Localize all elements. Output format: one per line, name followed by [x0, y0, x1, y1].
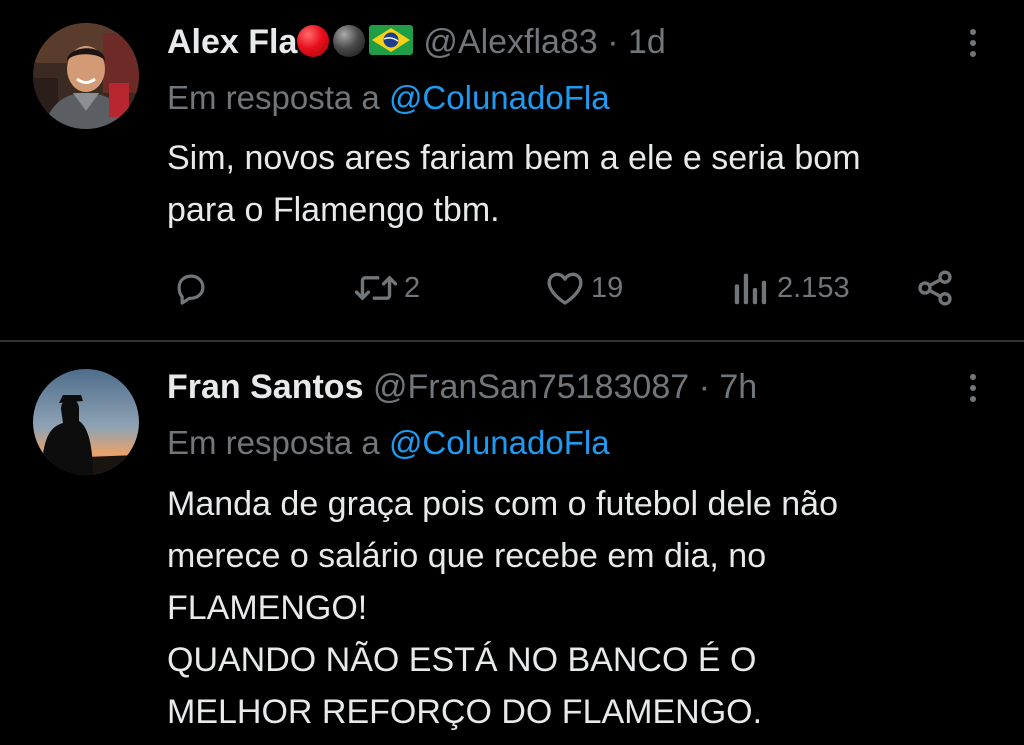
timestamp[interactable]: 7h: [719, 368, 757, 406]
views-button[interactable]: 2.153: [731, 263, 850, 313]
separator-dot: ·: [698, 368, 710, 406]
tweet-text: Sim, novos ares fariam bem a ele e seria…: [167, 132, 997, 236]
heart-icon: [545, 269, 585, 307]
handle[interactable]: @Alexfla83: [423, 23, 597, 61]
share-button[interactable]: [915, 263, 955, 313]
reply-prefix: Em resposta a: [167, 424, 380, 461]
tweet-text-line: para o Flamengo tbm.: [167, 191, 500, 229]
retweet-icon: [354, 269, 398, 307]
tweet-text-line: merece o salário que recebe em dia, no: [167, 537, 767, 575]
retweet-count: 2: [404, 271, 421, 304]
like-count: 19: [591, 271, 624, 304]
reply-tweet[interactable]: Fran Santos @FranSan75183087 · 7h Em res…: [0, 342, 1024, 745]
handle[interactable]: @FranSan75183087: [373, 368, 689, 406]
more-options-icon[interactable]: [960, 368, 986, 408]
retweet-button[interactable]: 2: [354, 263, 420, 313]
red-ball-emoji: [297, 25, 330, 57]
reply-button[interactable]: [172, 263, 210, 313]
tweet-header: Fran Santos @FranSan75183087 · 7h: [167, 367, 757, 407]
avatar[interactable]: [33, 369, 139, 475]
avatar[interactable]: [33, 23, 139, 129]
tweet-text-line: Manda de graça pois com o futebol dele n…: [167, 485, 839, 523]
reply-context: Em resposta a @ColunadoFla: [167, 423, 610, 463]
tweet-text: Manda de graça pois com o futebol dele n…: [167, 478, 997, 738]
reply-tweet[interactable]: Alex Fla @Alexfla83 · 1d Em resposta a @C…: [0, 0, 1024, 341]
tweet-text-line: Sim, novos ares fariam bem a ele e seria…: [167, 139, 861, 177]
display-name[interactable]: Alex Fla: [167, 23, 297, 61]
timestamp[interactable]: 1d: [628, 23, 666, 61]
tweet-text-line: FLAMENGO!: [167, 589, 368, 627]
more-options-icon[interactable]: [960, 23, 986, 63]
like-button[interactable]: 19: [545, 263, 623, 313]
action-bar: 2 19 2.153: [0, 263, 1024, 313]
display-name[interactable]: Fran Santos: [167, 368, 363, 406]
tweet-header: Alex Fla @Alexfla83 · 1d: [167, 22, 666, 64]
tweet-text-line: QUANDO NÃO ESTÁ NO BANCO É O: [167, 641, 757, 679]
views-icon: [731, 270, 771, 306]
share-icon: [915, 268, 955, 308]
reply-prefix: Em resposta a: [167, 79, 380, 116]
reply-mention-link[interactable]: @ColunadoFla: [389, 424, 610, 461]
reply-mention-link[interactable]: @ColunadoFla: [389, 79, 610, 116]
reply-icon: [172, 269, 210, 307]
black-ball-emoji: [333, 25, 366, 57]
brazil-flag-emoji: [369, 24, 414, 64]
separator-dot: ·: [607, 23, 619, 61]
reply-context: Em resposta a @ColunadoFla: [167, 78, 610, 118]
tweet-text-line: MELHOR REFORÇO DO FLAMENGO.: [167, 693, 763, 731]
view-count: 2.153: [777, 271, 850, 304]
